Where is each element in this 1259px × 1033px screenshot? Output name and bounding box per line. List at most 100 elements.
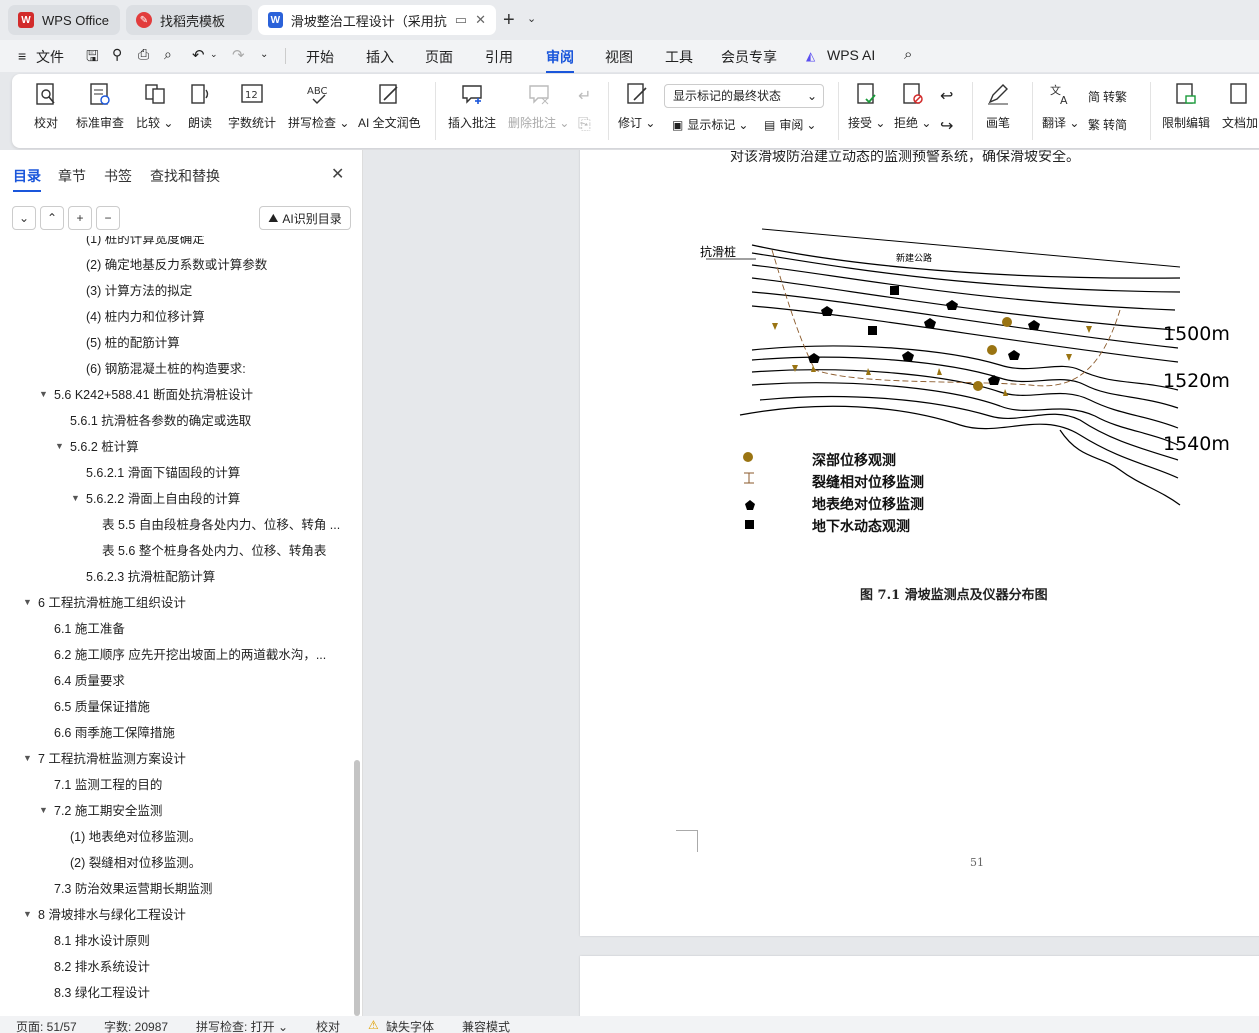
toc-item[interactable]: 8 滑坡排水与绿化工程设计: [38, 904, 186, 926]
nav-tab-bookmarks[interactable]: 书签: [104, 166, 132, 186]
ai-toc-button[interactable]: ⛰ AI识别目录: [259, 206, 351, 230]
toc-item[interactable]: 7 工程抗滑桩监测方案设计: [38, 748, 186, 770]
word-count-status[interactable]: 字数: 20987: [104, 1018, 168, 1033]
toc-item[interactable]: 5.6.2.3 抗滑桩配筋计算: [86, 566, 215, 588]
next-comment-icon[interactable]: ⎘: [578, 116, 591, 134]
toc-item[interactable]: (6) 钢筋混凝土桩的构造要求:: [86, 358, 246, 380]
expand-arrow-icon[interactable]: ▼: [55, 441, 64, 451]
tab-wps-office[interactable]: W WPS Office: [8, 5, 120, 35]
toc-item[interactable]: 表 5.5 自由段桩身各处内力、位移、转角 ...: [102, 514, 340, 536]
toc-item[interactable]: 5.6.2.2 滑面上自由段的计算: [86, 488, 240, 510]
new-tab-plus-icon[interactable]: +: [503, 9, 515, 32]
search-icon[interactable]: ⌕: [904, 46, 912, 63]
close-tab-icon[interactable]: ✕: [475, 12, 486, 28]
menu-references[interactable]: 引用: [485, 47, 513, 67]
expand-arrow-icon[interactable]: ▼: [39, 389, 48, 399]
toc-item[interactable]: 5.6 K242+588.41 断面处抗滑桩设计: [54, 384, 253, 406]
toc-item[interactable]: 8.1 排水设计原则: [54, 930, 150, 952]
document-encrypt-button[interactable]: 文档加: [1222, 80, 1258, 131]
toc-item[interactable]: 7.3 防治效果运营期长期监测: [54, 878, 212, 900]
proof-status[interactable]: 校对: [316, 1018, 340, 1033]
proofread-button[interactable]: 校对: [34, 80, 58, 131]
pen-button[interactable]: 画笔: [986, 80, 1010, 131]
menu-view[interactable]: 视图: [605, 47, 633, 67]
toc-scrollbar[interactable]: [354, 760, 360, 1016]
insert-comment-button[interactable]: 插入批注: [448, 80, 496, 131]
toc-item[interactable]: 5.6.2.1 滑面下锚固段的计算: [86, 462, 240, 484]
redo-icon[interactable]: ↷: [232, 46, 245, 64]
toc-item[interactable]: 6.6 雨季施工保障措施: [54, 722, 175, 744]
previous-change-icon[interactable]: ↩: [940, 86, 953, 106]
toc-item[interactable]: (2) 确定地基反力系数或计算参数: [86, 254, 267, 276]
restrict-edit-button[interactable]: 限制编辑: [1162, 80, 1210, 131]
delete-comment-button[interactable]: 删除批注 ⌄: [508, 80, 569, 131]
show-markup-button[interactable]: ▣ 显示标记 ⌄: [672, 116, 748, 133]
next-change-icon[interactable]: ↪: [940, 116, 953, 136]
toc-item[interactable]: (1) 桩的计算宽度确定: [86, 236, 205, 250]
menu-insert[interactable]: 插入: [366, 47, 394, 67]
previous-comment-icon[interactable]: ↵: [578, 86, 591, 106]
hamburger-icon[interactable]: ≡: [18, 48, 26, 64]
chevron-down-icon[interactable]: ⌄: [527, 12, 536, 25]
remove-heading-button[interactable]: −: [96, 206, 120, 230]
missing-font-status[interactable]: 缺失字体: [386, 1018, 434, 1033]
menu-start[interactable]: 开始: [306, 47, 334, 67]
expand-arrow-icon[interactable]: ▼: [39, 805, 48, 815]
expand-arrow-icon[interactable]: ▼: [23, 753, 32, 763]
nav-tab-find-replace[interactable]: 查找和替换: [150, 166, 220, 186]
translate-button[interactable]: 文A 翻译 ⌄: [1042, 80, 1079, 131]
reject-button[interactable]: 拒绝 ⌄: [894, 80, 931, 131]
menu-page[interactable]: 页面: [425, 47, 453, 67]
toc-item[interactable]: 7.1 监测工程的目的: [54, 774, 162, 796]
expand-arrow-icon[interactable]: ▼: [23, 909, 32, 919]
save-icon[interactable]: 🖫: [86, 46, 99, 71]
toc-item[interactable]: 8.3 绿化工程设计: [54, 982, 150, 1004]
toc-item[interactable]: 6.4 质量要求: [54, 670, 125, 692]
share-icon[interactable]: ⚲: [112, 46, 122, 63]
toc-item[interactable]: 7.2 施工期安全监测: [54, 800, 162, 822]
expand-arrow-icon[interactable]: ▼: [71, 493, 80, 503]
undo-icon[interactable]: ↶: [192, 46, 205, 64]
nav-tab-sections[interactable]: 章节: [58, 166, 86, 186]
toc-item[interactable]: (4) 桩内力和位移计算: [86, 306, 205, 328]
undo-dropdown-icon[interactable]: ⌄: [210, 49, 218, 60]
monitor-icon[interactable]: ▭: [455, 12, 467, 28]
nav-tab-toc[interactable]: 目录: [13, 166, 41, 192]
expand-arrow-icon[interactable]: ▼: [23, 597, 32, 607]
spell-check-button[interactable]: ABC 拼写检查 ⌄: [288, 80, 349, 131]
revise-button[interactable]: 修订 ⌄: [618, 80, 655, 131]
standard-review-button[interactable]: 标准审查: [76, 80, 124, 131]
ai-polish-button[interactable]: AI 全文润色: [358, 80, 421, 131]
collapse-all-button[interactable]: ⌄: [12, 206, 36, 230]
toc-item[interactable]: (1) 地表绝对位移监测。: [70, 826, 201, 848]
page-indicator[interactable]: 页面: 51/57: [16, 1018, 77, 1033]
print-icon[interactable]: ⎙: [138, 46, 149, 63]
toc-item[interactable]: 6.1 施工准备: [54, 618, 125, 640]
add-heading-button[interactable]: +: [68, 206, 92, 230]
menu-review[interactable]: 审阅: [546, 47, 574, 73]
menu-member[interactable]: 会员专享: [721, 47, 777, 67]
toc-item[interactable]: 5.6.2 桩计算: [70, 436, 139, 458]
markup-state-select[interactable]: 显示标记的最终状态 ⌄: [664, 84, 824, 108]
to-traditional-button[interactable]: 简 转繁: [1088, 88, 1127, 105]
menu-tools[interactable]: 工具: [665, 47, 693, 67]
toc-item[interactable]: 6.5 质量保证措施: [54, 696, 150, 718]
toc-item[interactable]: (3) 计算方法的拟定: [86, 280, 192, 302]
expand-up-button[interactable]: ⌃: [40, 206, 64, 230]
toc-item[interactable]: 表 5.6 整个桩身各处内力、位移、转角表: [102, 540, 326, 562]
menu-file[interactable]: 文件: [36, 47, 64, 67]
toc-item[interactable]: (2) 裂缝相对位移监测。: [70, 852, 201, 874]
accept-button[interactable]: 接受 ⌄: [848, 80, 885, 131]
tab-current-document[interactable]: W 滑坡整治工程设计（采用抗滑 ▭ ✕: [258, 5, 496, 35]
close-pane-icon[interactable]: ✕: [331, 164, 344, 184]
spell-check-status[interactable]: 拼写检查: 打开 ⌄: [196, 1018, 288, 1033]
read-aloud-button[interactable]: 朗读: [188, 80, 212, 131]
menu-wps-ai[interactable]: WPS AI: [827, 47, 875, 63]
paragraph-text[interactable]: 对该滑坡防治建立动态的监测预警系统，确保滑坡安全。: [730, 150, 1080, 166]
word-count-button[interactable]: 12 字数统计: [228, 80, 276, 131]
toc-item[interactable]: 5.6.1 抗滑桩各参数的确定或选取: [70, 410, 251, 432]
toc-item[interactable]: 6.2 施工顺序 应先开挖出坡面上的两道截水沟，...: [54, 644, 326, 666]
review-pane-button[interactable]: ▤ 审阅 ⌄: [764, 116, 816, 133]
toc-item[interactable]: 8.2 排水系统设计: [54, 956, 150, 978]
more-chevron-icon[interactable]: ⌄: [260, 49, 268, 60]
